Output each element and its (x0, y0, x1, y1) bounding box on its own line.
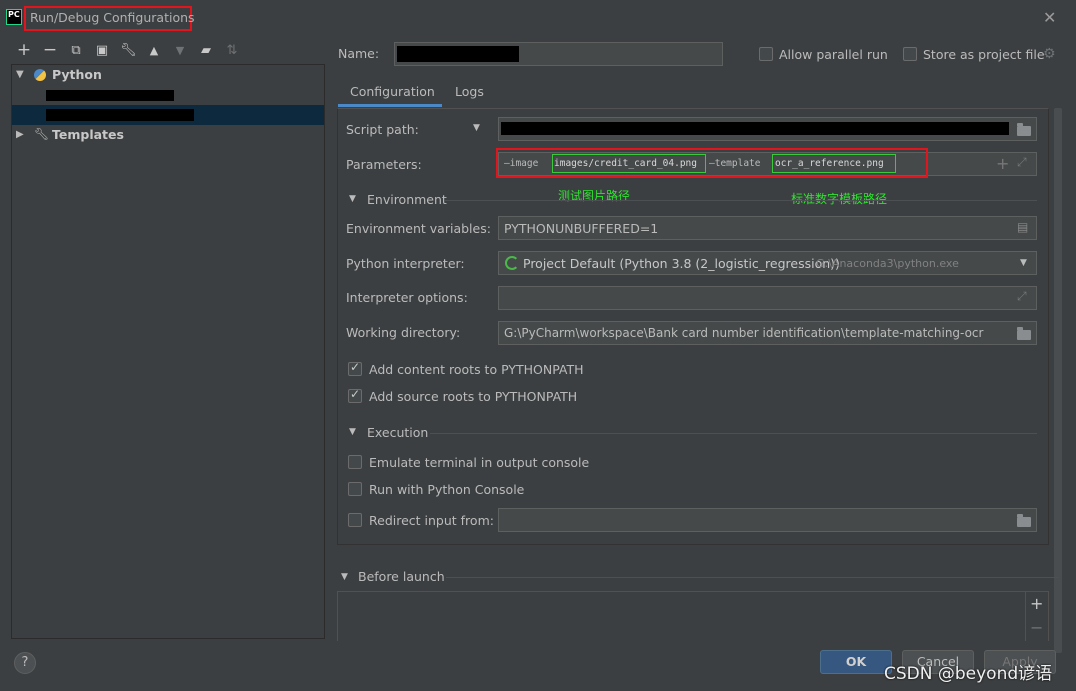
browse-folder-icon[interactable] (1017, 123, 1031, 136)
move-down-icon[interactable]: ▼ (172, 43, 188, 59)
interpreter-path: G:\Anaconda3\python.exe (816, 257, 959, 270)
tree-item-templates[interactable]: Templates (52, 127, 124, 142)
env-vars-input[interactable]: PYTHONUNBUFFERED=1 ▤ (498, 216, 1037, 240)
interpreter-value: Project Default (Python 3.8 (2_logistic_… (523, 256, 840, 271)
image-annotation: 测试图片路径 (558, 189, 631, 203)
allow-parallel-checkbox[interactable] (759, 47, 773, 61)
window-title: Run/Debug Configurations (30, 10, 195, 25)
expand-icon[interactable]: ⤢ (1017, 289, 1027, 304)
tree-item-python[interactable]: Python (52, 67, 102, 82)
left-toolbar: + − ⧉ ▣ 🔧︎ ▲ ▼ ▰ ⇅ (12, 40, 332, 64)
wrench-icon: 🔧︎ (34, 127, 50, 141)
redacted-config-2 (46, 109, 194, 121)
redirect-input-checkbox[interactable] (348, 513, 362, 527)
collapse-execution-icon[interactable]: ▼ (349, 427, 356, 437)
before-launch-side-toolbar: + − (1026, 591, 1049, 641)
parameters-label: Parameters: (346, 157, 422, 172)
ok-button[interactable]: OK (820, 650, 892, 674)
add-icon[interactable]: + (16, 42, 32, 59)
tab-active-indicator (338, 104, 442, 107)
before-launch-list[interactable] (337, 591, 1026, 641)
python-console-checkbox[interactable] (348, 482, 362, 496)
expand-templates-icon[interactable]: ▶ (16, 129, 24, 140)
collapse-before-launch-icon[interactable]: ▼ (341, 572, 348, 582)
pycharm-logo-icon: PC (6, 9, 22, 25)
name-label: Name: (338, 46, 380, 61)
interpreter-label: Python interpreter: (346, 256, 465, 271)
save-icon[interactable]: ▣ (94, 43, 110, 59)
gear-icon[interactable]: ⚙ (1043, 46, 1056, 62)
tree-item-selected[interactable] (12, 105, 324, 125)
chevron-down-icon[interactable]: ▼ (1020, 258, 1027, 268)
working-dir-input[interactable]: G:\PyCharm\workspace\Bank card number id… (498, 321, 1037, 345)
add-macro-icon[interactable]: + (996, 154, 1009, 173)
tab-configuration-label: Configuration (350, 84, 435, 99)
source-roots-label: Add source roots to PYTHONPATH (369, 389, 578, 404)
tab-logs-label: Logs (455, 84, 484, 99)
scrollbar-thumb[interactable] (1054, 108, 1062, 653)
configuration-tree: ▼ Python ▶ 🔧︎ Templates (11, 64, 325, 639)
tab-logs[interactable]: Logs (446, 80, 496, 108)
new-folder-icon[interactable]: ▰ (198, 43, 214, 59)
script-path-label: Script path: (346, 122, 419, 137)
content-roots-label: Add content roots to PYTHONPATH (369, 362, 584, 377)
csdn-watermark: CSDN @beyond谚语 (884, 664, 1053, 684)
before-launch-divider (446, 577, 1059, 578)
close-icon[interactable]: ✕ (1043, 8, 1056, 27)
env-vars-value: PYTHONUNBUFFERED=1 (504, 221, 659, 236)
copy-icon[interactable]: ⧉ (68, 43, 84, 59)
remove-icon[interactable]: − (42, 42, 58, 59)
environment-divider (445, 200, 1037, 201)
browse-folder-icon[interactable] (1017, 514, 1031, 527)
edit-env-icon[interactable]: ▤ (1017, 220, 1028, 234)
wrench-icon[interactable]: 🔧︎ (120, 43, 137, 59)
environment-section-title: Environment (367, 192, 447, 207)
execution-divider (430, 433, 1037, 434)
template-annotation: 标准数字模板路径 (791, 192, 888, 206)
python-console-label: Run with Python Console (369, 482, 525, 497)
redacted-config-1[interactable] (46, 90, 174, 101)
working-dir-label: Working directory: (346, 325, 461, 340)
redirect-input-field[interactable] (498, 508, 1037, 532)
remove-task-icon[interactable]: − (1030, 618, 1043, 637)
store-project-checkbox[interactable] (903, 47, 917, 61)
working-dir-value: G:\PyCharm\workspace\Bank card number id… (504, 326, 984, 340)
interpreter-options-label: Interpreter options: (346, 290, 468, 305)
add-task-icon[interactable]: + (1030, 594, 1043, 613)
collapse-environment-icon[interactable]: ▼ (349, 194, 356, 204)
script-type-dropdown-icon[interactable]: ▼ (473, 123, 480, 133)
sort-icon[interactable]: ⇅ (224, 43, 240, 59)
browse-folder-icon[interactable] (1017, 327, 1031, 340)
parameters-highlight (496, 148, 928, 178)
expand-python-icon[interactable]: ▼ (16, 69, 24, 80)
interpreter-select[interactable]: Project Default (Python 3.8 (2_logistic_… (498, 251, 1037, 275)
move-up-icon[interactable]: ▲ (146, 43, 162, 59)
source-roots-checkbox[interactable] (348, 387, 362, 403)
help-icon[interactable]: ? (14, 652, 36, 674)
allow-parallel-label: Allow parallel run (779, 47, 888, 62)
interpreter-loading-icon (505, 256, 519, 270)
python-icon (34, 69, 46, 81)
ok-button-label: OK (845, 654, 867, 669)
script-path-input[interactable] (498, 117, 1037, 141)
title-bar: PC Run/Debug Configurations ✕ (0, 0, 1076, 34)
env-vars-label: Environment variables: (346, 221, 491, 236)
interpreter-options-input[interactable]: ⤢ (498, 286, 1037, 310)
redacted-script-path (501, 122, 1009, 135)
store-project-label: Store as project file (923, 47, 1045, 62)
before-launch-title: Before launch (358, 569, 445, 584)
redirect-input-label: Redirect input from: (369, 513, 494, 528)
execution-section-title: Execution (367, 425, 429, 440)
redacted-name (397, 46, 519, 62)
expand-icon[interactable]: ⤢ (1017, 155, 1027, 170)
emulate-terminal-label: Emulate terminal in output console (369, 455, 590, 470)
name-input[interactable] (394, 42, 723, 66)
content-roots-checkbox[interactable] (348, 360, 362, 376)
emulate-terminal-checkbox[interactable] (348, 455, 362, 469)
tab-configuration[interactable]: Configuration (338, 80, 442, 108)
